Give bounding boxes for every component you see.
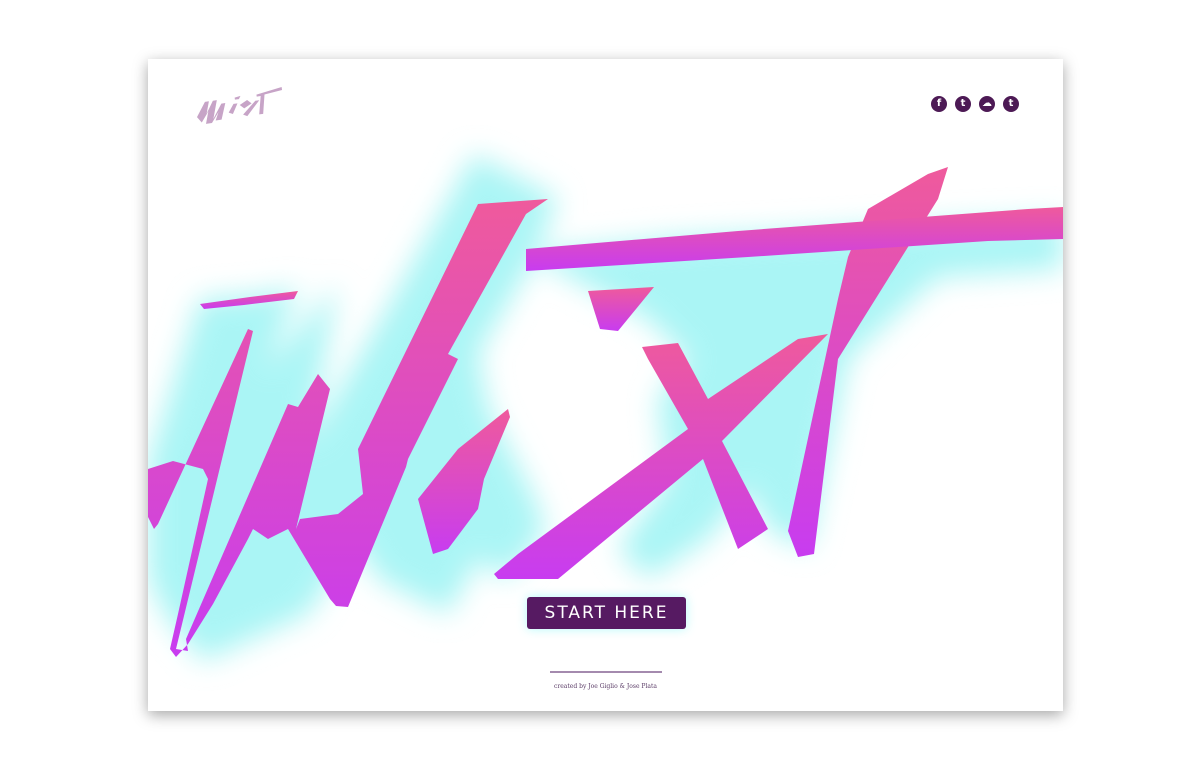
facebook-icon[interactable]: f (931, 96, 947, 112)
social-links: f t ☁ t (931, 96, 1019, 112)
twitter-icon[interactable]: t (955, 96, 971, 112)
soundcloud-icon[interactable]: ☁ (979, 96, 995, 112)
landing-card: f t ☁ t START HERE created by Joe Giglio… (148, 59, 1063, 711)
start-here-button[interactable]: START HERE (527, 597, 686, 629)
credits-text: created by Joe Giglio & Jose Plata (554, 683, 657, 690)
tumblr-icon[interactable]: t (1003, 96, 1019, 112)
footer-divider (550, 671, 662, 673)
brand-logo[interactable] (192, 87, 288, 127)
